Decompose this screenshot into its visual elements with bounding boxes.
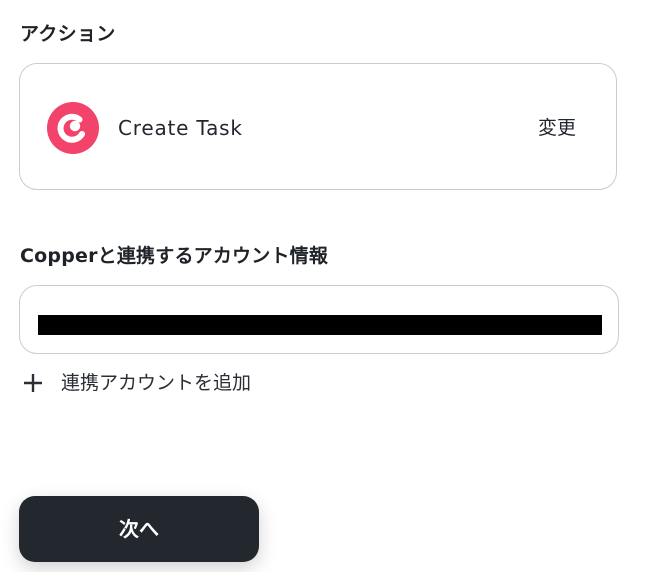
change-action-button[interactable]: 変更 bbox=[538, 115, 576, 141]
redacted-account-value bbox=[38, 315, 602, 335]
action-card: Create Task 変更 bbox=[19, 63, 617, 190]
plus-icon bbox=[22, 372, 44, 394]
action-section-title: アクション bbox=[20, 23, 116, 45]
add-account-label: 連携アカウントを追加 bbox=[61, 372, 252, 394]
next-button[interactable]: 次へ bbox=[19, 496, 259, 562]
add-account-button[interactable]: 連携アカウントを追加 bbox=[22, 369, 251, 397]
account-select-field[interactable] bbox=[19, 285, 619, 354]
copper-logo-icon bbox=[47, 102, 99, 154]
action-name: Create Task bbox=[118, 116, 243, 140]
account-section-title: Copperと連携するアカウント情報 bbox=[20, 245, 329, 267]
